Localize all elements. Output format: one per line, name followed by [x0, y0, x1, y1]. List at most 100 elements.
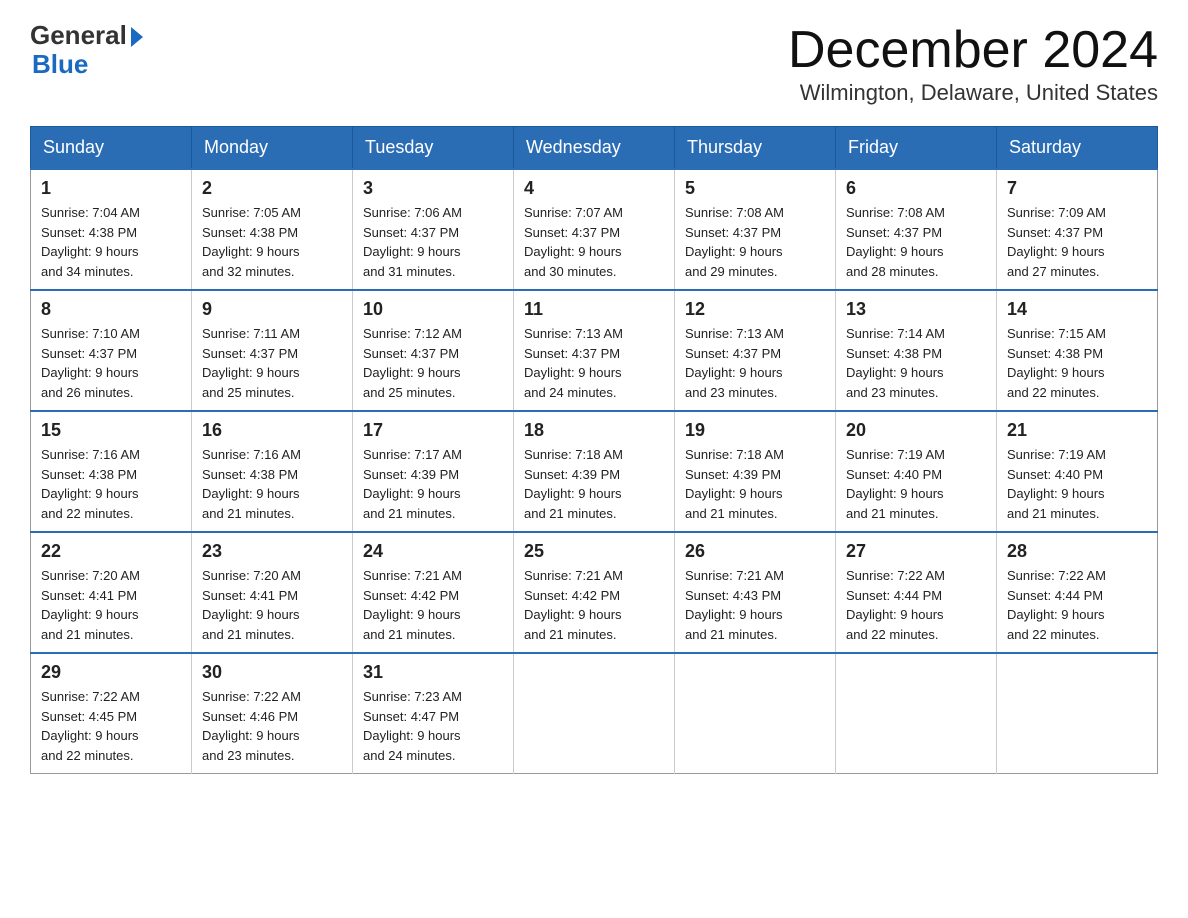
- day-number: 4: [524, 178, 664, 199]
- day-cell: 12Sunrise: 7:13 AMSunset: 4:37 PMDayligh…: [675, 290, 836, 411]
- day-cell: [836, 653, 997, 774]
- day-info: Sunrise: 7:22 AMSunset: 4:44 PMDaylight:…: [846, 566, 986, 644]
- day-cell: 18 Sunrise: 7:18 AMSunset: 4:39 PMDayligh…: [514, 411, 675, 532]
- day-cell: [675, 653, 836, 774]
- day-cell: 21 Sunrise: 7:19 AMSunset: 4:40 PMDayligh…: [997, 411, 1158, 532]
- day-info: Sunrise: 7:19 AMSunset: 4:40 PMDaylight:…: [846, 445, 986, 523]
- day-cell: 4 Sunrise: 7:07 AMSunset: 4:37 PMDaylight…: [514, 169, 675, 290]
- day-info: Sunrise: 7:10 AMSunset: 4:37 PMDaylight:…: [41, 324, 181, 402]
- day-info: Sunrise: 7:08 AMSunset: 4:37 PMDaylight:…: [685, 203, 825, 281]
- day-number: 18: [524, 420, 664, 441]
- day-number: 20: [846, 420, 986, 441]
- day-number: 15: [41, 420, 181, 441]
- day-cell: 13 Sunrise: 7:14 AMSunset: 4:38 PMDayligh…: [836, 290, 997, 411]
- calendar-header-row: SundayMondayTuesdayWednesdayThursdayFrid…: [31, 127, 1158, 170]
- day-info: Sunrise: 7:20 AMSunset: 4:41 PMDaylight:…: [41, 566, 181, 644]
- day-cell: 28Sunrise: 7:22 AMSunset: 4:44 PMDayligh…: [997, 532, 1158, 653]
- day-cell: [997, 653, 1158, 774]
- day-cell: 15 Sunrise: 7:16 AMSunset: 4:38 PMDayligh…: [31, 411, 192, 532]
- day-number: 11: [524, 299, 664, 320]
- day-info: Sunrise: 7:07 AMSunset: 4:37 PMDaylight:…: [524, 203, 664, 281]
- day-number: 3: [363, 178, 503, 199]
- day-cell: 30 Sunrise: 7:22 AMSunset: 4:46 PMDayligh…: [192, 653, 353, 774]
- day-cell: 26Sunrise: 7:21 AMSunset: 4:43 PMDayligh…: [675, 532, 836, 653]
- day-info: Sunrise: 7:21 AMSunset: 4:42 PMDaylight:…: [524, 566, 664, 644]
- title-area: December 2024 Wilmington, Delaware, Unit…: [788, 20, 1158, 106]
- day-info: Sunrise: 7:18 AMSunset: 4:39 PMDaylight:…: [685, 445, 825, 523]
- logo-general-text: General: [30, 20, 127, 51]
- day-cell: 23 Sunrise: 7:20 AMSunset: 4:41 PMDayligh…: [192, 532, 353, 653]
- day-number: 27: [846, 541, 986, 562]
- day-number: 30: [202, 662, 342, 683]
- day-number: 7: [1007, 178, 1147, 199]
- day-cell: 11 Sunrise: 7:13 AMSunset: 4:37 PMDayligh…: [514, 290, 675, 411]
- day-number: 23: [202, 541, 342, 562]
- logo-arrow-icon: [131, 27, 143, 47]
- day-cell: 6Sunrise: 7:08 AMSunset: 4:37 PMDaylight…: [836, 169, 997, 290]
- day-info: Sunrise: 7:22 AMSunset: 4:46 PMDaylight:…: [202, 687, 342, 765]
- day-info: Sunrise: 7:20 AMSunset: 4:41 PMDaylight:…: [202, 566, 342, 644]
- day-number: 2: [202, 178, 342, 199]
- week-row-1: 1Sunrise: 7:04 AMSunset: 4:38 PMDaylight…: [31, 169, 1158, 290]
- day-cell: 27 Sunrise: 7:22 AMSunset: 4:44 PMDayligh…: [836, 532, 997, 653]
- week-row-5: 29Sunrise: 7:22 AMSunset: 4:45 PMDayligh…: [31, 653, 1158, 774]
- day-number: 10: [363, 299, 503, 320]
- day-number: 19: [685, 420, 825, 441]
- day-number: 28: [1007, 541, 1147, 562]
- day-number: 5: [685, 178, 825, 199]
- day-number: 31: [363, 662, 503, 683]
- day-info: Sunrise: 7:06 AMSunset: 4:37 PMDaylight:…: [363, 203, 503, 281]
- day-cell: 7 Sunrise: 7:09 AMSunset: 4:37 PMDaylight…: [997, 169, 1158, 290]
- day-number: 25: [524, 541, 664, 562]
- location-subtitle: Wilmington, Delaware, United States: [788, 80, 1158, 106]
- calendar-table: SundayMondayTuesdayWednesdayThursdayFrid…: [30, 126, 1158, 774]
- day-cell: 10 Sunrise: 7:12 AMSunset: 4:37 PMDayligh…: [353, 290, 514, 411]
- day-info: Sunrise: 7:12 AMSunset: 4:37 PMDaylight:…: [363, 324, 503, 402]
- day-info: Sunrise: 7:21 AMSunset: 4:42 PMDaylight:…: [363, 566, 503, 644]
- day-cell: 14Sunrise: 7:15 AMSunset: 4:38 PMDayligh…: [997, 290, 1158, 411]
- day-number: 22: [41, 541, 181, 562]
- day-cell: 2 Sunrise: 7:05 AMSunset: 4:38 PMDaylight…: [192, 169, 353, 290]
- day-info: Sunrise: 7:17 AMSunset: 4:39 PMDaylight:…: [363, 445, 503, 523]
- day-cell: 29Sunrise: 7:22 AMSunset: 4:45 PMDayligh…: [31, 653, 192, 774]
- day-number: 9: [202, 299, 342, 320]
- day-cell: 19 Sunrise: 7:18 AMSunset: 4:39 PMDayligh…: [675, 411, 836, 532]
- day-info: Sunrise: 7:16 AMSunset: 4:38 PMDaylight:…: [41, 445, 181, 523]
- day-cell: 31 Sunrise: 7:23 AMSunset: 4:47 PMDayligh…: [353, 653, 514, 774]
- day-number: 13: [846, 299, 986, 320]
- day-cell: 22 Sunrise: 7:20 AMSunset: 4:41 PMDayligh…: [31, 532, 192, 653]
- day-info: Sunrise: 7:11 AMSunset: 4:37 PMDaylight:…: [202, 324, 342, 402]
- header-wednesday: Wednesday: [514, 127, 675, 170]
- month-title: December 2024: [788, 20, 1158, 80]
- day-info: Sunrise: 7:18 AMSunset: 4:39 PMDaylight:…: [524, 445, 664, 523]
- day-cell: 16Sunrise: 7:16 AMSunset: 4:38 PMDayligh…: [192, 411, 353, 532]
- day-cell: 24 Sunrise: 7:21 AMSunset: 4:42 PMDayligh…: [353, 532, 514, 653]
- header-saturday: Saturday: [997, 127, 1158, 170]
- day-info: Sunrise: 7:19 AMSunset: 4:40 PMDaylight:…: [1007, 445, 1147, 523]
- day-number: 21: [1007, 420, 1147, 441]
- day-info: Sunrise: 7:21 AMSunset: 4:43 PMDaylight:…: [685, 566, 825, 644]
- day-info: Sunrise: 7:14 AMSunset: 4:38 PMDaylight:…: [846, 324, 986, 402]
- day-cell: 5 Sunrise: 7:08 AMSunset: 4:37 PMDaylight…: [675, 169, 836, 290]
- day-number: 8: [41, 299, 181, 320]
- day-info: Sunrise: 7:05 AMSunset: 4:38 PMDaylight:…: [202, 203, 342, 281]
- day-info: Sunrise: 7:09 AMSunset: 4:37 PMDaylight:…: [1007, 203, 1147, 281]
- header-monday: Monday: [192, 127, 353, 170]
- day-cell: 8 Sunrise: 7:10 AMSunset: 4:37 PMDaylight…: [31, 290, 192, 411]
- day-number: 16: [202, 420, 342, 441]
- header-thursday: Thursday: [675, 127, 836, 170]
- logo-blue-text: Blue: [32, 49, 88, 80]
- header-tuesday: Tuesday: [353, 127, 514, 170]
- day-info: Sunrise: 7:23 AMSunset: 4:47 PMDaylight:…: [363, 687, 503, 765]
- header-friday: Friday: [836, 127, 997, 170]
- day-info: Sunrise: 7:08 AMSunset: 4:37 PMDaylight:…: [846, 203, 986, 281]
- day-cell: 3 Sunrise: 7:06 AMSunset: 4:37 PMDaylight…: [353, 169, 514, 290]
- day-number: 24: [363, 541, 503, 562]
- day-info: Sunrise: 7:04 AMSunset: 4:38 PMDaylight:…: [41, 203, 181, 281]
- day-info: Sunrise: 7:15 AMSunset: 4:38 PMDaylight:…: [1007, 324, 1147, 402]
- day-cell: 17Sunrise: 7:17 AMSunset: 4:39 PMDayligh…: [353, 411, 514, 532]
- day-cell: 20 Sunrise: 7:19 AMSunset: 4:40 PMDayligh…: [836, 411, 997, 532]
- day-cell: 9 Sunrise: 7:11 AMSunset: 4:37 PMDaylight…: [192, 290, 353, 411]
- day-number: 12: [685, 299, 825, 320]
- day-info: Sunrise: 7:13 AMSunset: 4:37 PMDaylight:…: [524, 324, 664, 402]
